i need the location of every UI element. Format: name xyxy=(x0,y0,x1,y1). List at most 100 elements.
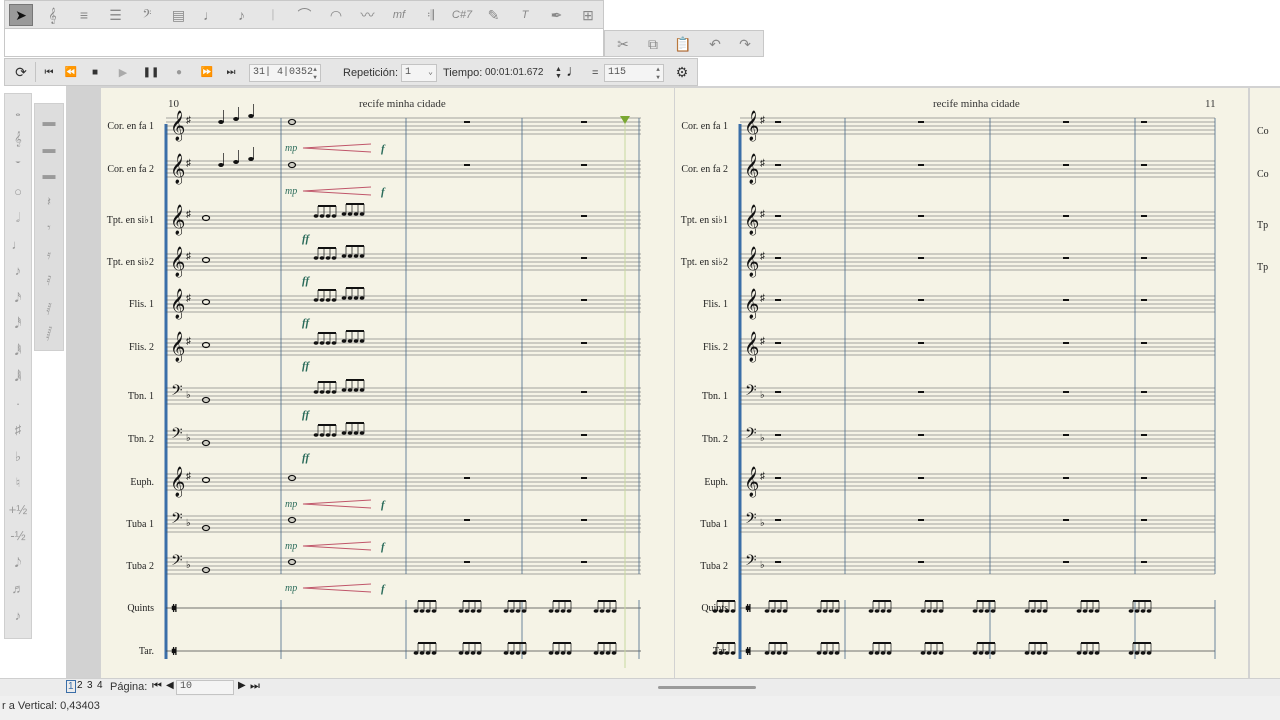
eighth-note-icon[interactable]: ♪ xyxy=(8,261,28,281)
whole-rest xyxy=(918,164,924,166)
page-button-2[interactable]: 2 xyxy=(76,680,84,691)
copy-icon[interactable]: ⧉ xyxy=(641,33,665,55)
redo-icon[interactable]: ↷ xyxy=(733,33,757,55)
repetition-select[interactable]: 1 ⌄ xyxy=(401,64,437,82)
whole-rest xyxy=(775,257,781,259)
barline-icon[interactable]: 𝄀 xyxy=(261,4,285,26)
sharp-key: ♯ xyxy=(186,115,191,126)
next-page-icon[interactable]: ▶ xyxy=(238,680,246,691)
instrument-name: Flis. 1 xyxy=(129,299,154,310)
add-measure-icon[interactable]: ⊞ xyxy=(576,4,600,26)
pencil-icon[interactable]: ✎ xyxy=(482,4,506,26)
instrument-name: Euph. xyxy=(704,477,728,488)
pause-icon[interactable]: ❚❚ xyxy=(139,61,163,83)
rest-7-icon[interactable]: 𝅁 xyxy=(39,298,59,318)
treble-icon[interactable]: 𝄞 xyxy=(8,129,28,149)
instrument-name: Cor. en fa 1 xyxy=(107,121,154,132)
dynamic-f: f xyxy=(381,186,386,198)
sharp-key: ♯ xyxy=(186,209,191,220)
bars-icon[interactable]: ☰ xyxy=(104,4,128,26)
tie-icon[interactable]: ◠ xyxy=(324,4,348,26)
record-icon[interactable]: ● xyxy=(167,61,191,83)
loop-icon[interactable]: ⟳ xyxy=(9,61,33,83)
stop-icon[interactable]: ■ xyxy=(83,61,107,83)
sixtyfourth-note-icon[interactable]: 𝅘𝅥𝅱 xyxy=(8,341,28,361)
flat-key: ♭ xyxy=(186,560,191,571)
half-up-icon[interactable]: +½ xyxy=(8,500,28,520)
whole-note-icon[interactable]: ○ xyxy=(8,182,28,202)
page-button-1[interactable]: 1 xyxy=(66,680,76,693)
dynamic-mf-icon[interactable]: mf xyxy=(387,4,411,26)
rest-0-icon[interactable]: ▬ xyxy=(39,112,59,132)
voice-icon[interactable]: 𝄻 xyxy=(8,155,28,175)
first-page-icon[interactable]: ⏮ xyxy=(152,680,162,693)
note-input-icon[interactable]: 𝄞 xyxy=(41,4,65,26)
half-note-icon[interactable]: 𝅗𝅥 xyxy=(8,208,28,228)
beam-icon[interactable]: ♬ xyxy=(8,579,28,599)
rest-4-icon[interactable]: 𝄾 xyxy=(39,218,59,238)
position-field[interactable]: 31| 4|0352 ▲ ▼ xyxy=(249,64,321,82)
staff-icon[interactable]: ▤ xyxy=(167,4,191,26)
quarter-note-icon[interactable]: ♩ xyxy=(8,235,28,255)
rest-3-icon[interactable]: 𝄽 xyxy=(39,192,59,212)
whole-rest xyxy=(775,121,781,123)
half-down-icon[interactable]: -½ xyxy=(8,526,28,546)
paste-icon[interactable]: 📋 xyxy=(671,33,695,55)
whole-rest xyxy=(1141,342,1147,344)
page-button-3[interactable]: 3 xyxy=(86,680,94,691)
grace-note-icon[interactable]: 𝅘𝅥𝅮 xyxy=(8,553,28,573)
breve-icon[interactable]: 𝅝 xyxy=(8,102,28,122)
page-button-4[interactable]: 4 xyxy=(96,680,104,691)
horizontal-scrollbar[interactable] xyxy=(658,686,756,689)
score-canvas[interactable]: 10 recife minha cidade Cor. en fa 1 𝄞 ♯ Cor… xyxy=(66,86,1280,678)
play-icon[interactable]: ▶ xyxy=(111,61,135,83)
fast-forward-icon[interactable]: ⏩ xyxy=(195,61,219,83)
sixteenth-note-icon[interactable]: 𝅘𝅥𝅯 xyxy=(8,288,28,308)
score-staves-left[interactable]: Cor. en fa 1 𝄞 ♯Cor. en fa 2 𝄞 ♯Tpt. en si♭1… xyxy=(101,88,674,678)
whole-rest xyxy=(1063,164,1069,166)
forward-end-icon[interactable]: ⏭ xyxy=(219,61,243,83)
rest-8-icon[interactable]: 𝅂 xyxy=(39,324,59,344)
chord-symbol-icon[interactable]: C#7 xyxy=(450,4,474,26)
last-page-icon[interactable]: ⏭ xyxy=(250,680,260,693)
bass-clef-icon[interactable]: 𝄢 xyxy=(135,4,159,26)
slur-icon[interactable]: ⌒ xyxy=(293,4,317,26)
instrument-name: Tuba 2 xyxy=(700,561,728,572)
status-text: r a Vertical: 0,43403 xyxy=(2,700,100,712)
settings-gear-icon[interactable]: ⚙ xyxy=(670,61,694,83)
instrument-name: Tbn. 1 xyxy=(702,391,728,402)
tempo-field[interactable]: 115 ▲ ▼ xyxy=(604,64,664,82)
hundredtwentyeighth-note-icon[interactable]: 𝅘𝅥𝅲 xyxy=(8,367,28,387)
page-input[interactable]: 10 xyxy=(176,680,234,695)
dot-icon[interactable]: · xyxy=(8,394,28,414)
thirtysecond-note-icon[interactable]: 𝅘𝅥𝅰 xyxy=(8,314,28,334)
text-icon[interactable]: T xyxy=(513,4,537,26)
music-pen-icon[interactable]: ✒ xyxy=(545,4,569,26)
chevron-down-icon: ⌄ xyxy=(428,68,433,77)
prev-page-icon[interactable]: ◀ xyxy=(166,680,174,691)
rewind-start-icon[interactable]: ⏮ xyxy=(37,61,61,83)
score-page-left: 10 recife minha cidade Cor. en fa 1 𝄞 ♯ Cor… xyxy=(101,88,674,678)
select-arrow-icon[interactable]: ➤ xyxy=(9,4,33,26)
repeat-icon[interactable]: 𝄇 xyxy=(419,4,443,26)
natural-icon[interactable]: ♮ xyxy=(8,473,28,493)
quarter-note-icon[interactable]: ♩ xyxy=(198,4,222,26)
tuplet-icon[interactable]: ♪ xyxy=(8,606,28,626)
cut-icon[interactable]: ✂ xyxy=(611,33,635,55)
tempo-stepper-icon[interactable]: ▲ ▼ xyxy=(555,66,562,80)
ornament-icon[interactable]: 〰 xyxy=(356,4,380,26)
rest-5-icon[interactable]: 𝄿 xyxy=(39,245,59,265)
rest-2-icon[interactable]: ▬ xyxy=(39,165,59,185)
rewind-icon[interactable]: ⏪ xyxy=(59,61,83,83)
eighth-note-icon[interactable]: ♪ xyxy=(230,4,254,26)
undo-icon[interactable]: ↶ xyxy=(703,33,727,55)
sharp-icon[interactable]: ♯ xyxy=(8,420,28,440)
score-staves-right[interactable]: Cor. en fa 1 𝄞 ♯Cor. en fa 2 𝄞 ♯Tpt. en si♭1… xyxy=(675,88,1248,678)
dynamic-ff: ff xyxy=(302,452,310,464)
rest-1-icon[interactable]: ▬ xyxy=(39,139,59,159)
flat-icon[interactable]: ♭ xyxy=(8,447,28,467)
whole-rest xyxy=(1063,561,1069,563)
equals-sign: = xyxy=(592,67,599,79)
measure-icon[interactable]: ≡ xyxy=(72,4,96,26)
rest-6-icon[interactable]: 𝅀 xyxy=(39,271,59,291)
